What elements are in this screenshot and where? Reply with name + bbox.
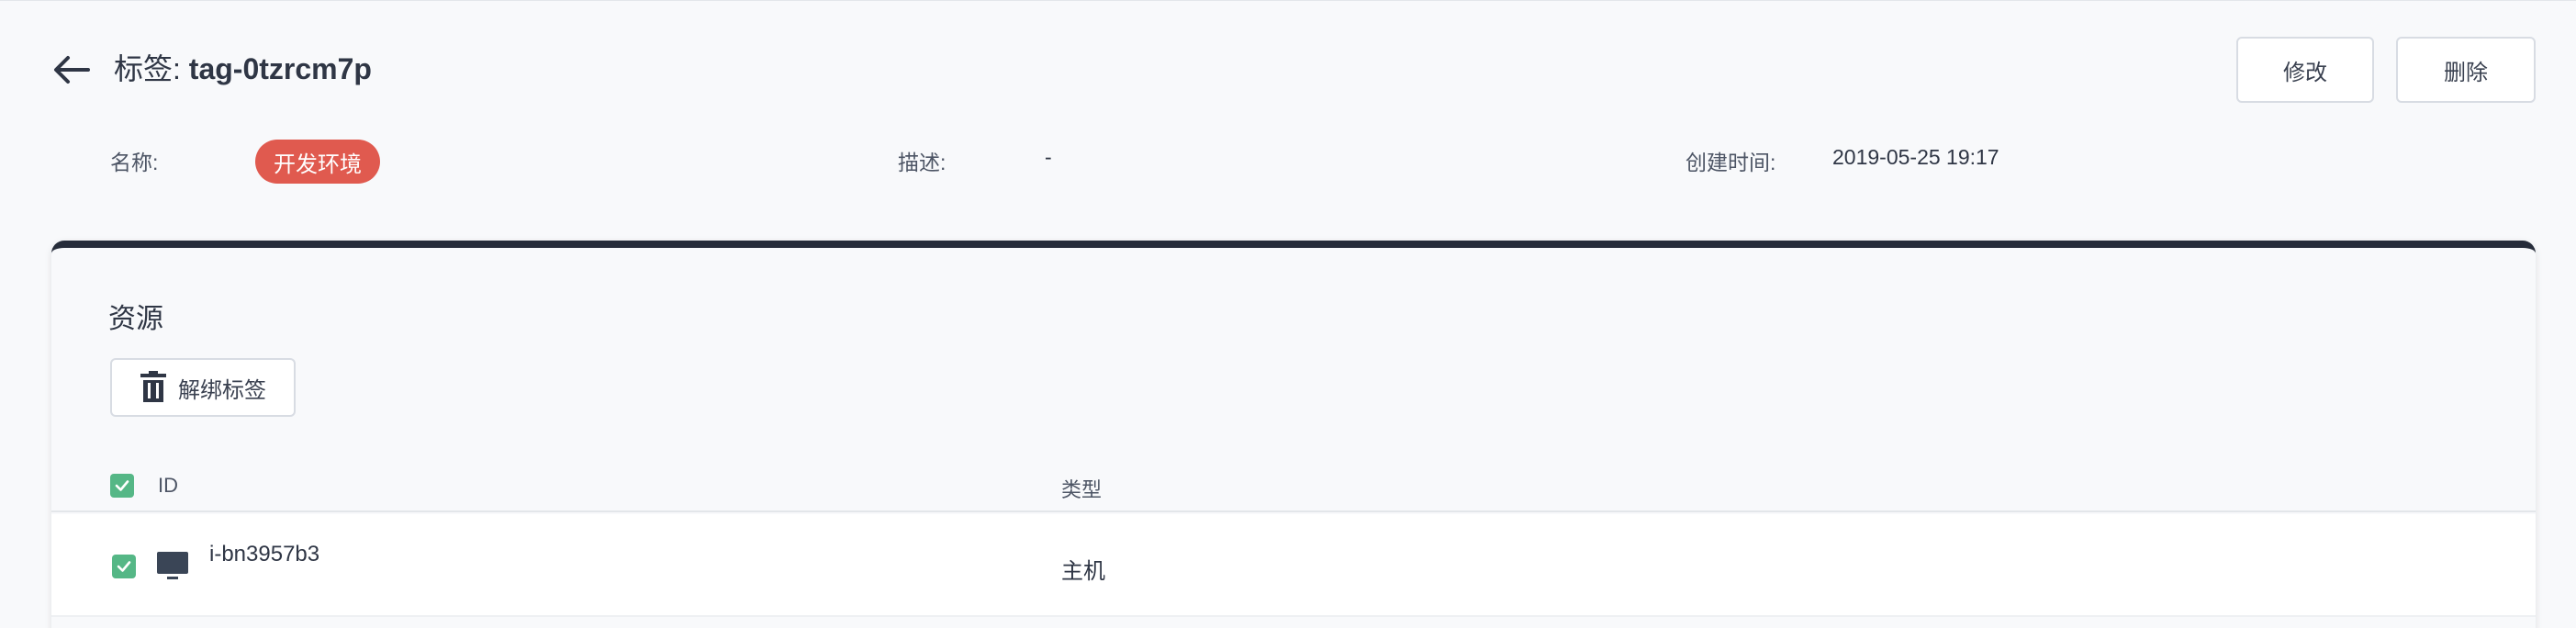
row-checkbox[interactable]	[112, 555, 136, 578]
row-resource-type: 主机	[1061, 559, 1105, 584]
check-icon	[115, 480, 129, 491]
trash-icon	[140, 371, 166, 402]
table-header: ID 类型	[51, 459, 2536, 512]
created-time-value: 2019-05-25 19:17	[1832, 145, 1999, 169]
row-resource-id[interactable]: i-bn3957b3	[209, 542, 319, 567]
page-header: 标签: tag-0tzrcm7p 修改 删除 名称: 开发环境 描述: - 创建…	[0, 0, 2576, 184]
page-title: 标签: tag-0tzrcm7p	[114, 50, 372, 88]
check-icon	[117, 561, 131, 572]
page-title-tag-name: tag-0tzrcm7p	[188, 52, 372, 85]
description-label: 描述:	[898, 151, 946, 174]
unbind-tag-label: 解绑标签	[178, 377, 266, 403]
column-header-id: ID	[158, 474, 178, 497]
unbind-tag-button[interactable]: 解绑标签	[110, 358, 296, 417]
monitor-icon	[157, 552, 188, 579]
resources-card: 资源 解绑标签 ID 类型 i-bn3957b3 主机	[51, 241, 2536, 628]
page-title-prefix: 标签:	[114, 52, 189, 85]
select-all-checkbox[interactable]	[110, 474, 134, 498]
tag-detail-page: 标签: tag-0tzrcm7p 修改 删除 名称: 开发环境 描述: - 创建…	[0, 0, 2576, 628]
name-label: 名称:	[110, 151, 159, 174]
description-value: -	[1045, 145, 1052, 169]
edit-button[interactable]: 修改	[2236, 37, 2374, 103]
table-row[interactable]: i-bn3957b3 主机	[51, 514, 2536, 617]
back-arrow-icon[interactable]	[51, 53, 92, 86]
created-time-label: 创建时间:	[1686, 151, 1776, 174]
tag-name-pill: 开发环境	[255, 140, 380, 184]
column-header-type: 类型	[1061, 478, 1103, 501]
resources-title: 资源	[108, 304, 163, 334]
delete-button[interactable]: 删除	[2396, 37, 2536, 103]
